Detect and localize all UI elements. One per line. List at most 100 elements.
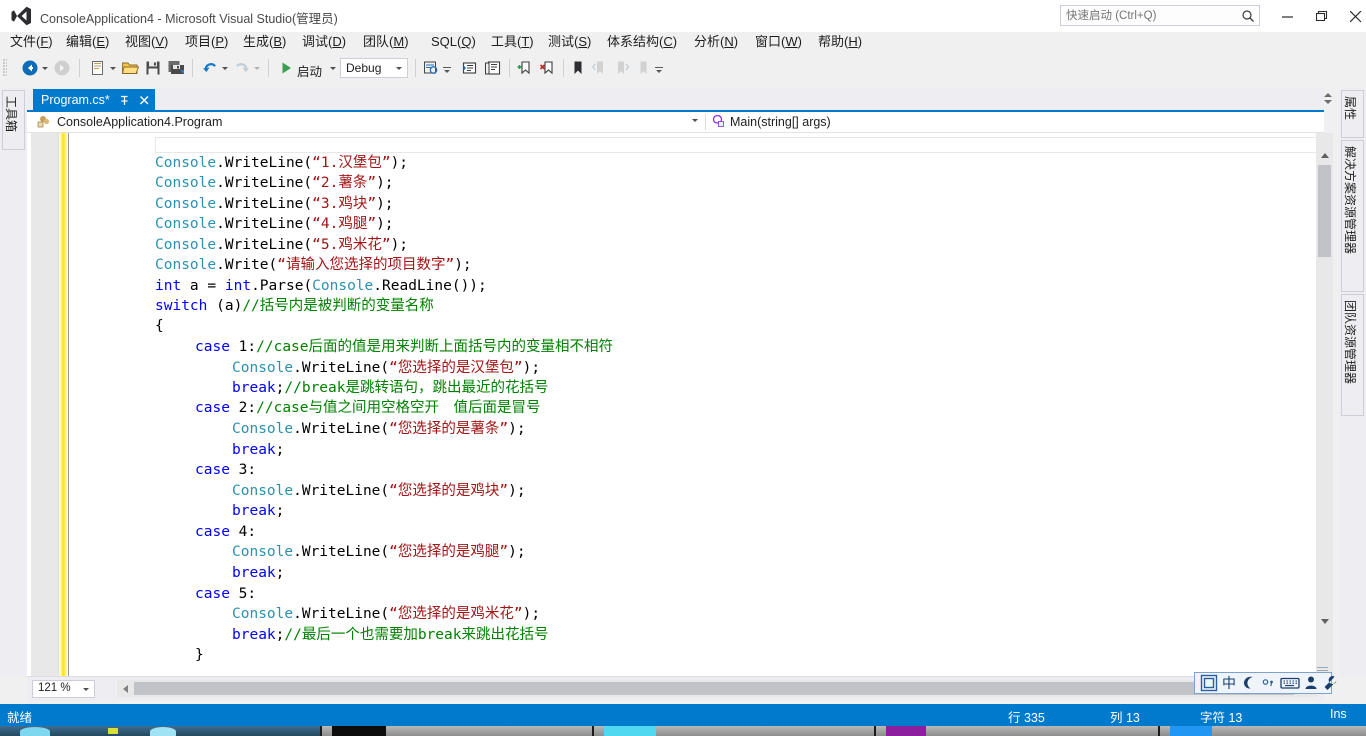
sidebar-item-properties[interactable]: 属性 xyxy=(1341,90,1364,138)
pin-icon[interactable] xyxy=(118,94,131,107)
code-token-plain: ); xyxy=(376,196,394,212)
redo-icon xyxy=(232,58,252,78)
window-title: ConsoleApplication4 - Microsoft Visual S… xyxy=(40,12,338,26)
menu-item-5[interactable]: 生成(B) xyxy=(243,32,286,52)
ime-bar-handle[interactable] xyxy=(1316,666,1330,671)
scroll-left-icon[interactable] xyxy=(117,680,133,697)
tab-scroll-icon[interactable] xyxy=(1322,91,1334,107)
undo-icon[interactable] xyxy=(200,58,220,78)
code-token-type: Console xyxy=(155,155,217,171)
code-token-kw: int xyxy=(224,278,252,294)
navigate-back-dropdown[interactable] xyxy=(41,64,50,72)
user-icon[interactable] xyxy=(1302,674,1320,692)
sidebar-item-toolbox[interactable]: 工具箱 xyxy=(2,90,25,150)
horizontal-scroll-thumb[interactable] xyxy=(134,682,1294,695)
code-token-plain: .Parse( xyxy=(251,278,313,294)
chevron-down-icon[interactable] xyxy=(692,119,698,122)
code-token-kw: break xyxy=(232,380,276,396)
editor-vertical-scrollbar[interactable] xyxy=(1316,133,1333,676)
vertical-scroll-thumb[interactable] xyxy=(1318,165,1331,257)
toolbar-overflow-icon[interactable] xyxy=(443,67,453,77)
code-token-kw: case xyxy=(195,339,230,355)
undo-dropdown[interactable] xyxy=(221,64,230,72)
uncomment-selection-icon[interactable] xyxy=(483,58,503,78)
code-token-plain: ); xyxy=(522,606,541,622)
code-token-plain: .WriteLine( xyxy=(293,483,390,499)
open-file-icon[interactable] xyxy=(120,58,140,78)
tab-label: Program.cs* xyxy=(41,93,110,107)
sidebar-item-team-explorer[interactable]: 团队资源管理器 xyxy=(1341,294,1364,416)
code-token-cmt: //最后一个也需要加break来跳出花括号 xyxy=(284,627,549,643)
toggle-bookmark-icon[interactable] xyxy=(568,58,588,78)
code-token-plain: a = xyxy=(181,278,225,294)
code-token-kw: break xyxy=(232,627,276,643)
punctuation-icon[interactable] xyxy=(1260,674,1278,692)
editor-indicator-margin[interactable] xyxy=(31,133,59,676)
menu-item-9[interactable]: 工具(T) xyxy=(491,32,534,52)
menu-item-8[interactable]: SQL(Q) xyxy=(431,32,476,52)
close-button[interactable] xyxy=(1334,0,1366,31)
menu-item-14[interactable]: 帮助(H) xyxy=(818,32,862,52)
configuration-combo[interactable]: Debug xyxy=(340,58,408,78)
soft-keyboard-icon[interactable] xyxy=(1280,674,1300,692)
menu-item-13[interactable]: 窗口(W) xyxy=(755,32,802,52)
solution-explorer-label: 解决方案资源管理器 xyxy=(1343,146,1357,255)
save-icon[interactable] xyxy=(143,58,163,78)
settings-wrench-icon[interactable] xyxy=(1322,674,1340,692)
code-line: case 3: xyxy=(195,460,256,480)
menu-item-1[interactable]: 文件(F) xyxy=(10,32,53,52)
left-dock-strip xyxy=(0,88,27,676)
quick-launch-box[interactable] xyxy=(1060,5,1260,26)
menu-item-11[interactable]: 体系结构(C) xyxy=(607,32,677,52)
member-dropdown[interactable]: Main(string[] args) xyxy=(710,112,1340,131)
menu-item-10[interactable]: 测试(S) xyxy=(548,32,591,52)
code-token-plain: .WriteLine( xyxy=(216,237,313,253)
menu-item-2[interactable]: 编辑(E) xyxy=(66,32,109,52)
type-dropdown[interactable]: ConsoleApplication4.Program xyxy=(37,112,687,131)
source-code[interactable]: Console.WriteLine(“1.汉堡包”); Console.Write… xyxy=(71,133,1281,676)
new-project-icon[interactable] xyxy=(88,58,108,78)
start-play-icon[interactable] xyxy=(276,58,296,78)
method-icon xyxy=(710,113,725,131)
quick-launch-input[interactable] xyxy=(1061,6,1236,25)
sidebar-item-solution-explorer[interactable]: 解决方案资源管理器 xyxy=(1341,140,1364,292)
menu-item-6[interactable]: 调试(D) xyxy=(302,32,346,52)
code-token-plain: .WriteLine( xyxy=(293,360,390,376)
add-bookmark-icon[interactable] xyxy=(515,58,535,78)
close-icon[interactable] xyxy=(138,94,151,107)
windows-taskbar[interactable] xyxy=(0,726,1366,736)
save-all-icon[interactable] xyxy=(166,58,186,78)
ime-language-bar: 中 xyxy=(1194,672,1337,694)
navigate-back-icon[interactable] xyxy=(20,58,40,78)
scroll-up-icon[interactable] xyxy=(1316,147,1333,163)
menu-item-3[interactable]: 视图(V) xyxy=(125,32,168,52)
code-editor[interactable]: Console.WriteLine(“1.汉堡包”); Console.Write… xyxy=(27,133,1324,676)
toolbar-overflow-icon-2[interactable] xyxy=(655,67,665,77)
menu-item-4[interactable]: 项目(P) xyxy=(185,32,228,52)
start-dropdown[interactable] xyxy=(329,64,338,72)
ime-mode-icon[interactable] xyxy=(1200,674,1218,692)
menu-item-7[interactable]: 团队(M) xyxy=(363,32,409,52)
editor-horizontal-scrollbar[interactable] xyxy=(117,680,1317,697)
zoom-level-combo[interactable]: 121 % xyxy=(32,680,95,698)
new-project-dropdown[interactable] xyxy=(109,64,118,72)
code-token-cmt: //括号内是被判断的变量名称 xyxy=(242,298,434,314)
comment-selection-icon[interactable] xyxy=(460,58,480,78)
code-token-plain: 3: xyxy=(229,462,257,478)
scroll-down-icon[interactable] xyxy=(1316,613,1333,629)
menu-item-12[interactable]: 分析(N) xyxy=(694,32,738,52)
toolbar-grip[interactable] xyxy=(3,59,7,77)
code-line: Console.WriteLine(“您选择的是鸡米花”); xyxy=(232,604,540,624)
editor-change-bar xyxy=(59,133,68,676)
code-token-plain: (a) xyxy=(207,298,243,314)
code-token-type: Console xyxy=(155,237,217,253)
start-button-label[interactable]: 启动 xyxy=(297,61,322,80)
clear-bookmarks-icon xyxy=(634,58,654,78)
find-in-files-icon[interactable] xyxy=(421,58,441,78)
remove-bookmark-icon[interactable] xyxy=(538,58,558,78)
status-bar: 就绪 行 335 列 13 字符 13 Ins xyxy=(0,704,1366,726)
halfwidth-icon[interactable] xyxy=(1240,674,1258,692)
chinese-mode-icon[interactable]: 中 xyxy=(1220,674,1238,692)
editor-bottom-bar: 121 % xyxy=(27,676,1324,701)
tab-program-cs[interactable]: Program.cs* xyxy=(33,89,155,111)
